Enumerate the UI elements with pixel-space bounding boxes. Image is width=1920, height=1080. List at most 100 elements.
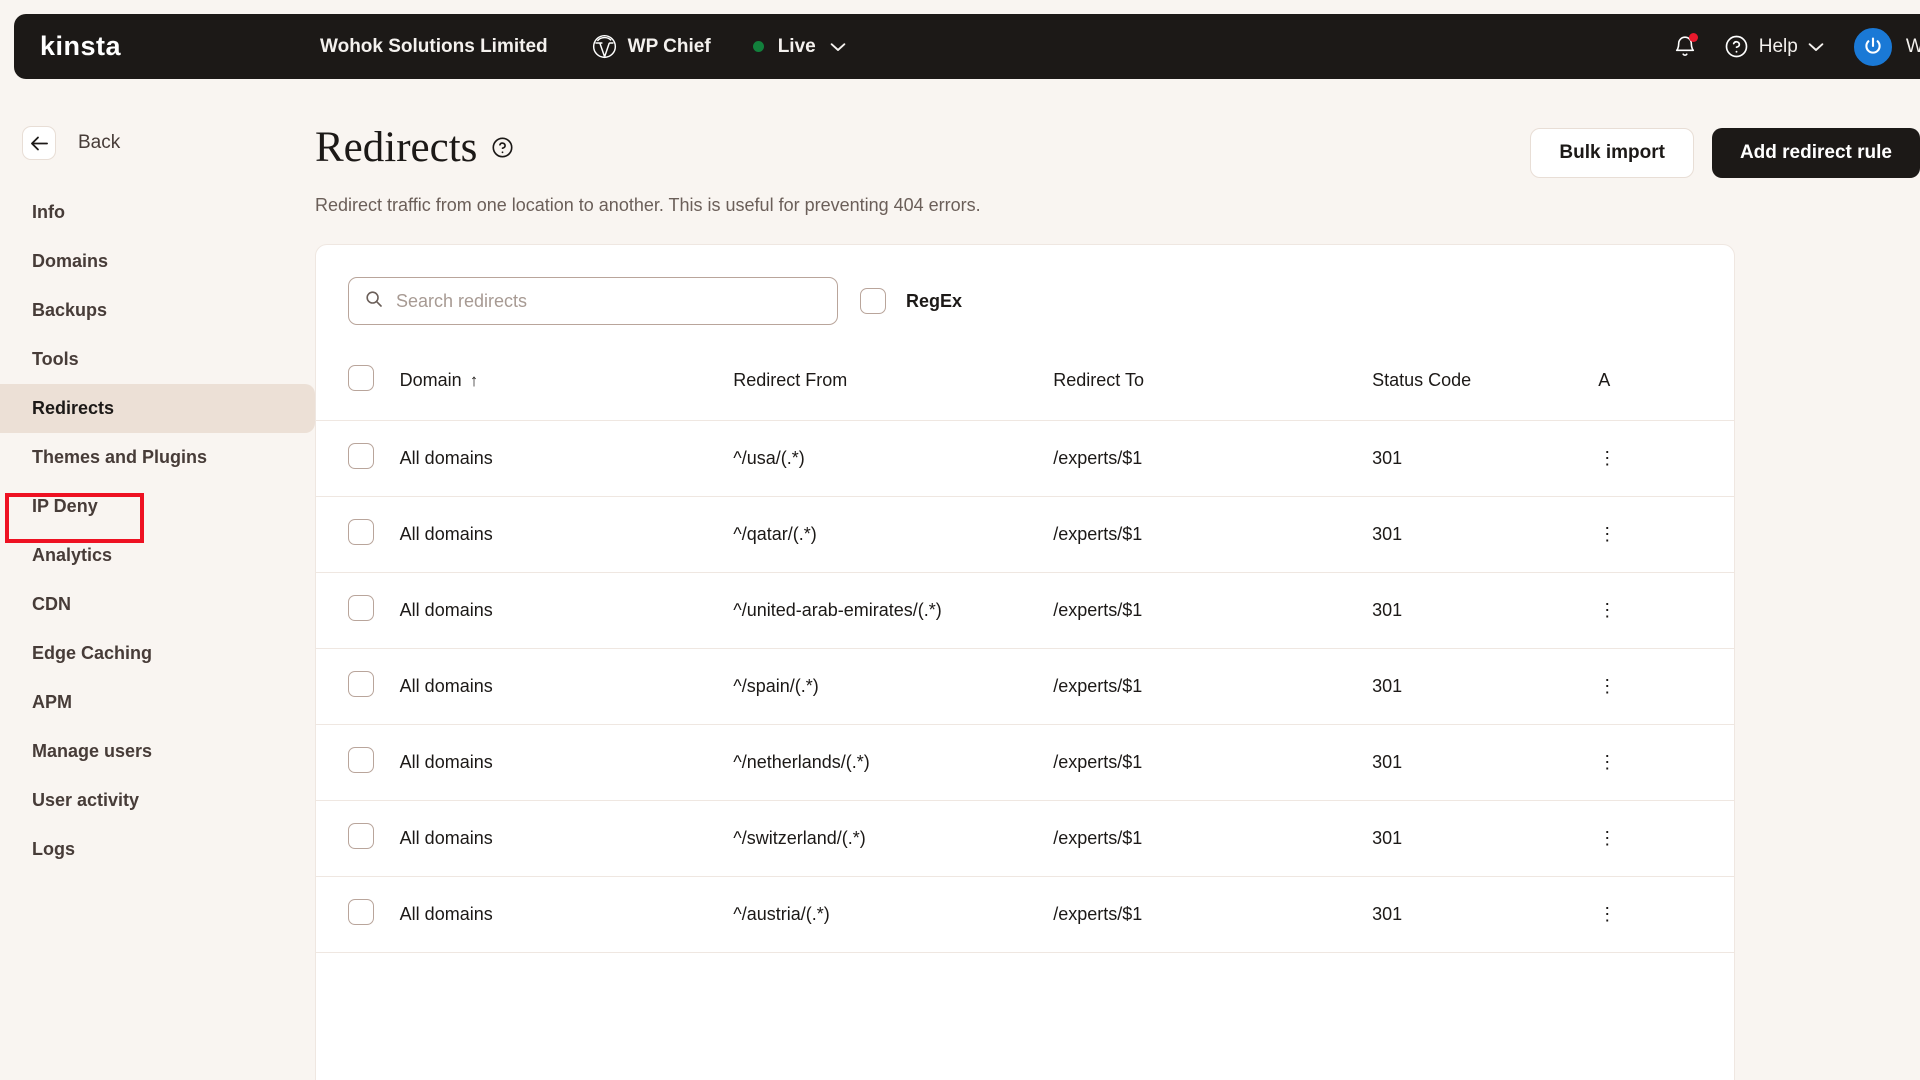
row-checkbox[interactable] — [348, 519, 374, 545]
site-selector[interactable]: WP Chief — [592, 34, 711, 59]
row-select-cell — [316, 420, 400, 497]
sidebar-item-info[interactable]: Info — [0, 188, 315, 237]
cell-redirect-to: /experts/$1 — [1053, 648, 1373, 725]
page-subtitle: Redirect traffic from one location to an… — [315, 195, 981, 215]
sidebar-item-label: CDN — [32, 594, 71, 614]
chevron-down-icon — [830, 42, 846, 52]
table-row[interactable]: All domains ^/usa/(.*) /experts/$1 301 ⋮ — [316, 420, 1734, 497]
cell-domain: All domains — [399, 420, 734, 497]
row-actions-button[interactable]: ⋮ — [1598, 876, 1734, 953]
user-avatar-icon — [1865, 37, 1881, 54]
back-label: Back — [78, 132, 121, 153]
row-actions-button[interactable]: ⋮ — [1598, 420, 1734, 497]
add-redirect-rule-button[interactable]: Add redirect rule — [1711, 128, 1920, 178]
sidebar-item-label: Logs — [32, 839, 75, 859]
sidebar-item-analytics[interactable]: Analytics — [0, 531, 315, 580]
sidebar-item-label: Manage users — [32, 741, 153, 761]
sidebar-item-label: Themes and Plugins — [32, 447, 208, 467]
cell-redirect-to: /experts/$1 — [1053, 724, 1373, 801]
row-select-cell — [316, 724, 400, 801]
table-row[interactable]: All domains ^/spain/(.*) /experts/$1 301… — [316, 648, 1734, 725]
sidebar-item-manage-users[interactable]: Manage users — [0, 727, 315, 776]
sidebar-item-edge-caching[interactable]: Edge Caching — [0, 629, 315, 678]
cell-domain: All domains — [399, 496, 734, 573]
cell-redirect-from: ^/netherlands/(.*) — [733, 724, 1054, 801]
sidebar-item-label: Analytics — [32, 545, 113, 565]
column-header-domain-label: Domain — [399, 370, 462, 390]
sidebar-item-backups[interactable]: Backups — [0, 286, 315, 335]
table-row[interactable]: All domains ^/united-arab-emirates/(.*) … — [316, 572, 1734, 649]
cell-redirect-to: /experts/$1 — [1053, 420, 1373, 497]
back-button[interactable]: Back — [22, 126, 315, 160]
row-actions-button[interactable]: ⋮ — [1598, 724, 1734, 801]
sidebar-item-ip-deny[interactable]: IP Deny — [0, 482, 315, 531]
sidebar-item-label: APM — [32, 692, 72, 712]
column-header-redirect-from[interactable]: Redirect From — [733, 351, 1054, 421]
question-circle-icon[interactable] — [491, 136, 514, 159]
user-name[interactable]: Wo — [1906, 36, 1920, 58]
regex-checkbox[interactable] — [860, 288, 886, 314]
environment-selector[interactable]: Live — [752, 36, 846, 58]
sidebar-item-redirects[interactable]: Redirects — [0, 384, 315, 433]
help-menu[interactable]: Help — [1724, 34, 1824, 59]
column-header-status-code[interactable]: Status Code — [1372, 351, 1599, 421]
row-select-cell — [316, 572, 400, 649]
kinsta-logo[interactable]: kinsta — [40, 31, 310, 62]
cell-redirect-to: /experts/$1 — [1053, 572, 1373, 649]
table-row[interactable]: All domains ^/switzerland/(.*) /experts/… — [316, 800, 1734, 877]
row-checkbox[interactable] — [348, 443, 374, 469]
bulk-import-button[interactable]: Bulk import — [1530, 128, 1694, 178]
sidebar-item-label: IP Deny — [32, 496, 98, 516]
column-header-actions: A — [1598, 351, 1734, 421]
row-actions-button[interactable]: ⋮ — [1598, 800, 1734, 877]
table-body: All domains ^/usa/(.*) /experts/$1 301 ⋮… — [316, 420, 1734, 953]
cell-redirect-from: ^/usa/(.*) — [733, 420, 1054, 497]
company-name[interactable]: Wohok Solutions Limited — [320, 36, 548, 58]
sidebar-item-label: Domains — [32, 251, 109, 271]
row-checkbox[interactable] — [348, 747, 374, 773]
sidebar-item-logs[interactable]: Logs — [0, 825, 315, 874]
cell-domain: All domains — [399, 648, 734, 725]
site-name: WP Chief — [627, 35, 711, 57]
sidebar-item-apm[interactable]: APM — [0, 678, 315, 727]
cell-status-code: 301 — [1372, 648, 1599, 725]
sidebar-item-themes-and-plugins[interactable]: Themes and Plugins — [0, 433, 315, 482]
column-header-redirect-to[interactable]: Redirect To — [1053, 351, 1373, 421]
table-row[interactable]: All domains ^/netherlands/(.*) /experts/… — [316, 724, 1734, 801]
row-select-cell — [316, 800, 400, 877]
table-row[interactable]: All domains ^/qatar/(.*) /experts/$1 301… — [316, 496, 1734, 573]
chevron-down-icon — [1808, 42, 1824, 52]
cell-domain: All domains — [399, 572, 734, 649]
user-avatar[interactable] — [1853, 27, 1892, 66]
row-checkbox[interactable] — [348, 899, 374, 925]
row-checkbox[interactable] — [348, 595, 374, 621]
page-title: Redirects — [315, 124, 478, 171]
sidebar-item-tools[interactable]: Tools — [0, 335, 315, 384]
cell-redirect-from: ^/qatar/(.*) — [733, 496, 1054, 573]
notifications-button[interactable] — [1662, 24, 1708, 70]
search-redirects-box[interactable] — [348, 277, 838, 325]
table-header-row: Domain ↑ Redirect From Redirect To Status… — [316, 351, 1734, 421]
sidebar-item-user-activity[interactable]: User activity — [0, 776, 315, 825]
column-header-domain[interactable]: Domain ↑ — [399, 351, 734, 421]
cell-redirect-to: /experts/$1 — [1053, 496, 1373, 573]
cell-redirect-from: ^/switzerland/(.*) — [733, 800, 1054, 877]
sidebar-item-cdn[interactable]: CDN — [0, 580, 315, 629]
sidebar-item-label: Edge Caching — [32, 643, 153, 663]
cell-status-code: 301 — [1372, 800, 1599, 877]
sidebar-item-label: Backups — [32, 300, 108, 320]
sidebar-item-domains[interactable]: Domains — [0, 237, 315, 286]
row-checkbox[interactable] — [348, 671, 374, 697]
table-row[interactable]: All domains ^/austria/(.*) /experts/$1 3… — [316, 876, 1734, 953]
row-actions-button[interactable]: ⋮ — [1598, 572, 1734, 649]
regex-toggle[interactable]: RegEx — [860, 288, 962, 314]
select-all-checkbox[interactable] — [348, 365, 374, 391]
row-checkbox[interactable] — [348, 823, 374, 849]
regex-label: RegEx — [906, 290, 963, 311]
search-input[interactable] — [396, 290, 821, 312]
row-actions-button[interactable]: ⋮ — [1598, 648, 1734, 725]
sidebar: Back Info Domains Backups Tools Redirect… — [0, 96, 315, 1080]
row-actions-button[interactable]: ⋮ — [1598, 496, 1734, 573]
row-select-cell — [316, 876, 400, 953]
table-head: Domain ↑ Redirect From Redirect To Status… — [316, 351, 1734, 421]
